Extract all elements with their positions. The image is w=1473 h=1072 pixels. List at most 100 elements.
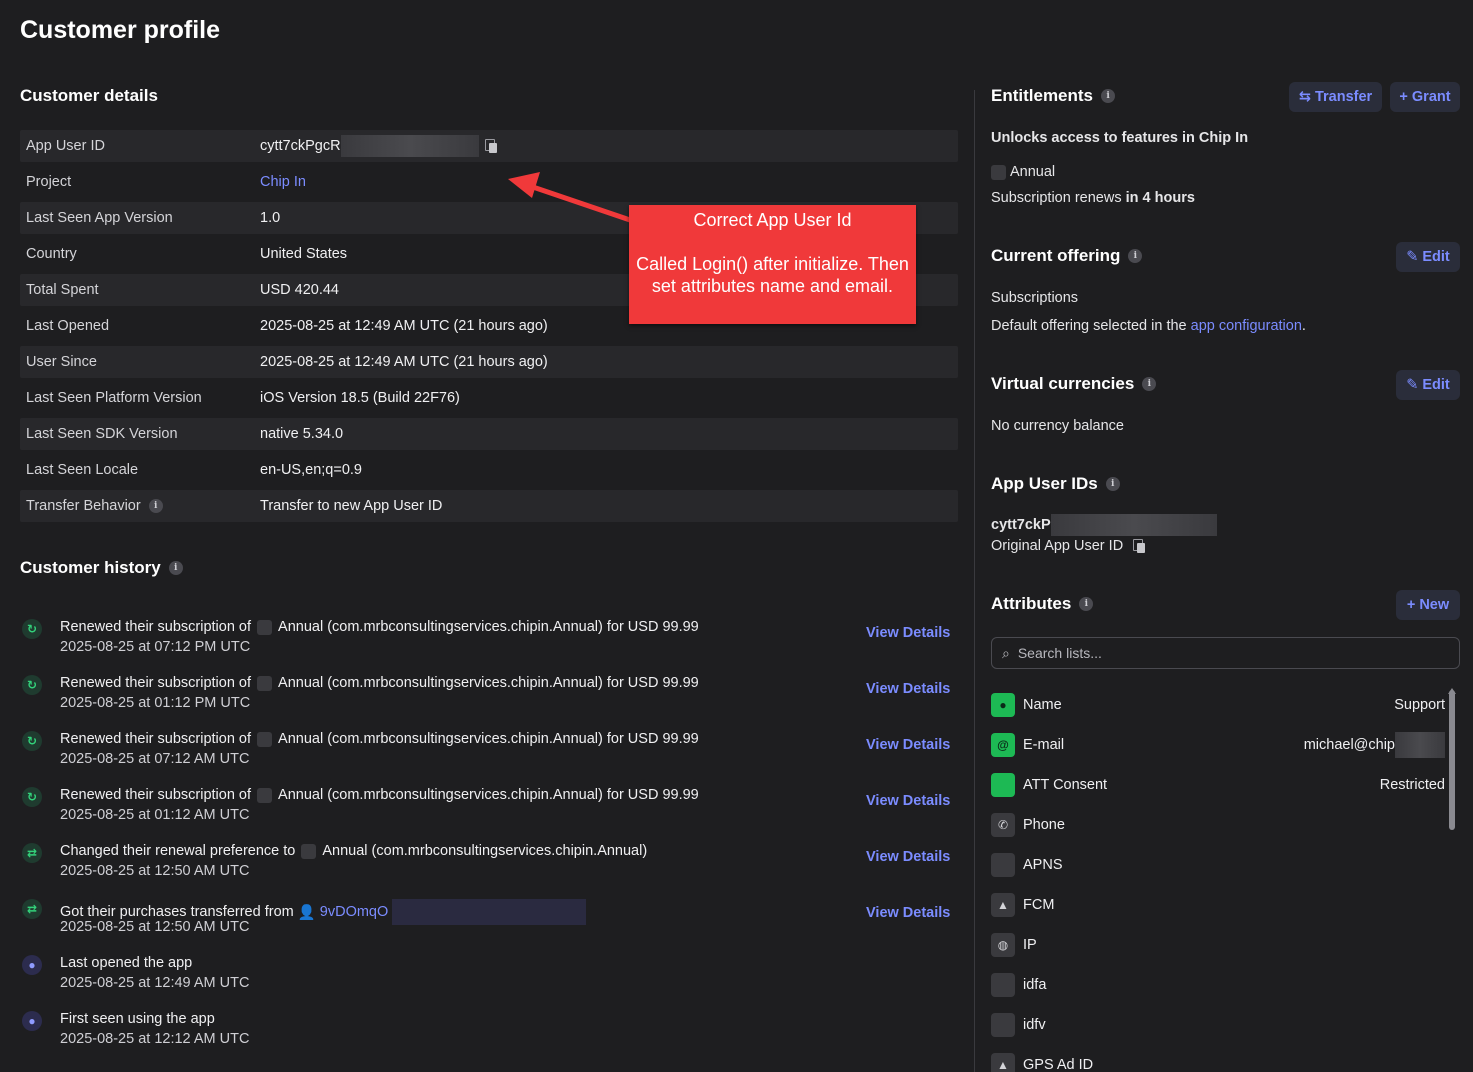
detail-label: Last Opened: [26, 318, 110, 334]
attribute-name: FCM: [1023, 897, 1055, 913]
page-title: Customer profile: [20, 16, 221, 44]
detail-label: Last Seen Locale: [26, 462, 139, 478]
view-details-link[interactable]: View Details: [866, 793, 950, 809]
detail-row-sdk-version: Last Seen SDK Version native 5.34.0: [20, 418, 958, 450]
attribute-row-ip[interactable]: ◍ IP: [991, 933, 1445, 957]
transfer-button[interactable]: ⇆ Transfer: [1289, 82, 1382, 112]
user-icon: ●: [22, 955, 42, 975]
attribute-row-name[interactable]: ● Name Support: [991, 693, 1445, 717]
history-text: First seen using the app: [60, 1011, 215, 1027]
transferred-from-link[interactable]: 9vDOmqO: [320, 904, 389, 920]
entitlement-description: Unlocks access to features in Chip In: [991, 130, 1249, 146]
history-product: Annual (com.mrbconsultingservices.chipin…: [278, 619, 699, 635]
view-details-link[interactable]: View Details: [866, 737, 950, 753]
history-text: Renewed their subscription of: [60, 619, 252, 635]
info-icon[interactable]: i: [1079, 597, 1094, 611]
attribute-search: ⌕: [991, 637, 1460, 669]
history-date: 2025-08-25 at 07:12 PM UTC: [60, 639, 251, 655]
offering-link[interactable]: Subscriptions: [991, 290, 1078, 306]
apple-icon: [257, 675, 273, 691]
detail-row-transfer-behavior: Transfer Behavior i Transfer to new App U…: [20, 490, 958, 522]
apple-icon: [991, 773, 1015, 797]
info-icon[interactable]: i: [168, 561, 183, 575]
renew-icon: ↻: [22, 619, 42, 639]
edit-currencies-button[interactable]: ✎ Edit: [1396, 370, 1460, 400]
redacted-block: [392, 899, 587, 925]
attribute-row-email[interactable]: @ E-mail michael@chip: [991, 732, 1445, 758]
detail-value: iOS Version 18.5 (Build 22F76): [260, 390, 460, 406]
history-date: 2025-08-25 at 12:50 AM UTC: [60, 919, 250, 935]
history-product: Annual (com.mrbconsultingservices.chipin…: [278, 675, 699, 691]
apple-icon: [991, 1013, 1015, 1037]
offering-description: Default offering selected in the app con…: [991, 318, 1306, 334]
detail-label: Total Spent: [26, 282, 99, 298]
apple-icon: [301, 843, 317, 859]
history-date: 2025-08-25 at 01:12 AM UTC: [60, 807, 250, 823]
attribute-name: ATT Consent: [1023, 777, 1108, 793]
entitlement-product: Annual: [991, 164, 1055, 180]
copy-icon[interactable]: [1133, 539, 1146, 553]
history-product: Annual (com.mrbconsultingservices.chipin…: [322, 843, 648, 859]
attribute-name: idfa: [1023, 977, 1047, 993]
detail-row-project: Project Chip In: [20, 166, 958, 198]
info-icon[interactable]: i: [1142, 377, 1157, 391]
detail-value: 2025-08-25 at 12:49 AM UTC (21 hours ago…: [260, 354, 548, 370]
info-icon[interactable]: i: [1128, 249, 1143, 263]
renew-icon: ↻: [22, 675, 42, 695]
detail-label: App User ID: [26, 138, 105, 154]
detail-label: Last Seen App Version: [26, 210, 173, 226]
attributes-title: Attributes i: [991, 594, 1094, 614]
apple-icon: [991, 973, 1015, 997]
detail-row-locale: Last Seen Locale en-US,en;q=0.9: [20, 454, 958, 486]
attribute-row-gps-ad-id[interactable]: ▲ GPS Ad ID: [991, 1053, 1445, 1072]
swap-icon: ⇄: [22, 843, 42, 863]
customer-history-title: Customer history i: [20, 558, 183, 578]
copy-icon[interactable]: [484, 139, 497, 153]
android-icon: ▲: [991, 893, 1015, 917]
attributes-scrollbar[interactable]: [1449, 690, 1455, 830]
column-divider: [974, 90, 975, 1072]
redacted-block: [340, 135, 479, 157]
view-details-link[interactable]: View Details: [866, 625, 950, 641]
detail-label: Last Seen Platform Version: [26, 390, 202, 406]
new-attribute-button[interactable]: + New: [1396, 590, 1460, 620]
detail-label: Project: [26, 174, 72, 190]
info-icon[interactable]: i: [1105, 477, 1120, 491]
history-date: 2025-08-25 at 12:12 AM UTC: [60, 1031, 250, 1047]
attribute-row-apns[interactable]: APNS: [991, 853, 1445, 877]
view-details-link[interactable]: View Details: [866, 905, 950, 921]
detail-row-platform-version: Last Seen Platform Version iOS Version 1…: [20, 382, 958, 414]
detail-value: native 5.34.0: [260, 426, 344, 442]
transfer-icon: ⇆: [1298, 89, 1311, 105]
view-details-link[interactable]: View Details: [866, 849, 950, 865]
user-icon: ●: [22, 1011, 42, 1031]
info-icon[interactable]: i: [148, 499, 163, 513]
at-icon: @: [991, 733, 1015, 757]
detail-row-user-since: User Since 2025-08-25 at 12:49 AM UTC (2…: [20, 346, 958, 378]
attribute-row-att-consent[interactable]: ATT Consent Restricted: [991, 773, 1445, 797]
detail-value: 2025-08-25 at 12:49 AM UTC (21 hours ago…: [260, 318, 548, 334]
info-icon[interactable]: i: [1101, 89, 1116, 103]
attribute-name: GPS Ad ID: [1023, 1057, 1094, 1072]
app-configuration-link[interactable]: app configuration: [1191, 318, 1302, 334]
history-product: Annual (com.mrbconsultingservices.chipin…: [278, 787, 699, 803]
project-link[interactable]: Chip In: [260, 174, 306, 190]
attribute-row-fcm[interactable]: ▲ FCM: [991, 893, 1445, 917]
attribute-row-idfa[interactable]: idfa: [991, 973, 1445, 997]
attribute-value: michael@chip: [1304, 732, 1445, 758]
apple-icon: [257, 619, 273, 635]
attribute-row-idfv[interactable]: idfv: [991, 1013, 1445, 1037]
swap-icon: ⇄: [22, 899, 42, 919]
renewal-status: Subscription renews in 4 hours: [991, 190, 1195, 206]
search-icon: ⌕: [1002, 644, 1010, 661]
edit-offering-button[interactable]: ✎ Edit: [1396, 242, 1460, 272]
renew-icon: ↻: [22, 731, 42, 751]
grant-button[interactable]: + Grant: [1390, 82, 1460, 112]
view-details-link[interactable]: View Details: [866, 681, 950, 697]
app-user-ids-title: App User IDs i: [991, 474, 1120, 494]
app-user-id-value: cytt7ckPgcR: [260, 138, 341, 154]
attribute-value: Support: [1394, 697, 1445, 713]
search-input[interactable]: [1017, 645, 1418, 661]
attribute-row-phone[interactable]: ✆ Phone: [991, 813, 1445, 837]
attribute-name: IP: [1023, 937, 1037, 953]
